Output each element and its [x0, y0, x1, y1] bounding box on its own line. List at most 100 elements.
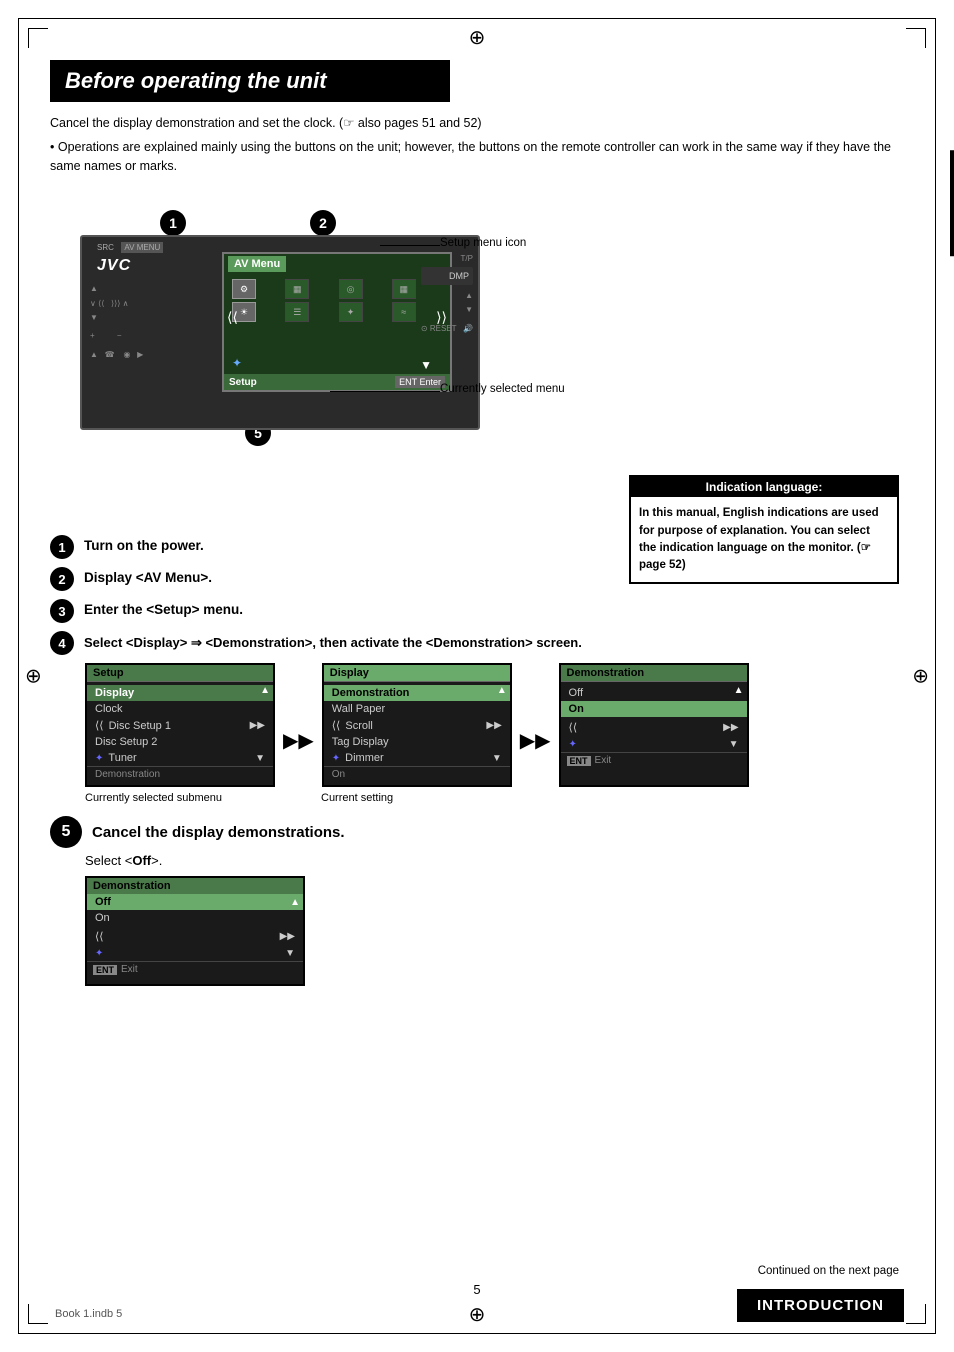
step5-subtitle: Select <Off>.	[85, 853, 899, 868]
demo5-bt-icon: ✦	[95, 948, 103, 959]
setup-item-tuner: Tuner	[103, 752, 141, 764]
demo-menu-step4-header: Demonstration	[561, 665, 747, 682]
icon-list: ☰	[285, 302, 309, 322]
unit-display: AV Menu ⚙ ▦ ◎ ▦ ☀ ☰ ✦ ≈ ⟨⟨ ⟩⟩ ▲ ▼	[222, 252, 452, 392]
indication-box-body: In this manual, English indications are …	[631, 497, 897, 582]
demo-arrow: ▶▶	[723, 722, 738, 733]
demo5-item-prev-row: ⟨⟨ ▶▶	[87, 926, 303, 946]
crosshair-right-icon: ⊕	[912, 664, 929, 689]
step4-item: 4 Select <Display> ⇒ <Demonstration>, th…	[50, 631, 899, 655]
icon-extra: ≈	[392, 302, 416, 322]
demo5-item-on: On	[87, 910, 303, 926]
jvc-unit: SRC AV MENU JVC ▲ ∨ ⟨⟨ ⟩⟩⟩ ∧ ▼ + − ▲ ☎ ◉…	[80, 235, 480, 430]
setup-menu-header: Setup	[87, 665, 273, 682]
corner-mark-tr	[906, 28, 926, 48]
display-footer: On	[324, 766, 510, 782]
step3-text: Enter the <Setup> menu.	[84, 599, 243, 620]
setup-item-scroll-down: ▼	[255, 753, 265, 764]
display-item-wallpaper: Wall Paper	[324, 701, 510, 717]
step5-header: 5 Cancel the display demonstrations.	[50, 816, 899, 848]
nav-down: ▼	[420, 358, 432, 372]
demo-menu-step5-screen: Demonstration ▲ Off On ⟨⟨ ▶▶ ✦ ▼ ENT	[85, 876, 305, 986]
display-item-fwd: ▶▶	[486, 720, 501, 731]
demo-menu-step5-body: ▲ Off On ⟨⟨ ▶▶ ✦ ▼ ENT Exit	[87, 894, 303, 984]
page-border-left	[18, 18, 19, 1334]
setup-menu-body: ▲ Display Clock ⟨⟨ Disc Setup 1 ▶▶ Disc …	[87, 682, 273, 785]
caption-submenu: Currently selected submenu	[85, 792, 275, 804]
indication-language-box: Indication language: In this manual, Eng…	[629, 475, 899, 584]
display-item-tag: Tag Display	[324, 734, 510, 750]
nav-prev: ⟨⟨	[227, 309, 238, 326]
step4-text: Select <Display> ⇒ <Demonstration>, then…	[84, 631, 582, 653]
crosshair-top-icon: ⊕	[469, 25, 486, 50]
language-tab: ENGLISH	[950, 150, 954, 256]
arrow-setup-display: ▶▶	[283, 663, 314, 787]
page-border-right	[935, 18, 936, 1334]
display-scroll-down: ▼	[492, 753, 502, 764]
demo-menu-step4-body: ▲ Off On ⟨⟨ ▶▶ ✦ ▼ ENT Exit	[561, 682, 747, 771]
display-item-prev: ⟨⟨	[332, 719, 341, 732]
step5-circle: 5	[50, 816, 82, 848]
setup-menu-icon-label: Setup menu icon	[440, 237, 526, 249]
setup-item-disc1: Disc Setup 1	[104, 720, 176, 732]
jvc-logo: JVC	[97, 257, 131, 275]
step3-item: 3 Enter the <Setup> menu.	[50, 599, 899, 623]
setup-item-bt-icon: ✦	[95, 753, 103, 764]
demo5-bt-row: ✦ ▼	[87, 946, 303, 961]
corner-mark-br	[906, 1304, 926, 1324]
continued-text: Continued on the next page	[758, 1265, 899, 1277]
demo-menu-step4-screen: Demonstration ▲ Off On ⟨⟨ ▶▶ ✦ ▼ ENT	[559, 663, 749, 787]
bt-icon: ✦	[232, 356, 242, 370]
display-menu-header: Display	[324, 665, 510, 682]
page-title: Before operating the unit	[65, 68, 435, 94]
introduction-bar: INTRODUCTION	[737, 1289, 904, 1322]
display-scroll-up: ▲	[497, 685, 507, 696]
setup-item-disc1-row: ⟨⟨ Disc Setup 1 ▶▶	[87, 717, 273, 734]
display-item-demo: Demonstration	[324, 685, 510, 701]
demo-bt-row: ✦ ▼	[561, 737, 747, 752]
crosshair-bottom-icon: ⊕	[469, 1302, 486, 1327]
display-item-scroll-row: ⟨⟨ Scroll ▶▶	[324, 717, 510, 734]
currently-selected-label: Currently selected menu	[440, 383, 565, 395]
step1-circle: 1	[50, 535, 74, 559]
diagram-step2-badge: 2	[310, 210, 336, 236]
demo-item-prev-row: ⟨⟨ ▶▶	[561, 717, 747, 737]
step4-menus: Setup ▲ Display Clock ⟨⟨ Disc Setup 1 ▶▶…	[85, 663, 899, 787]
demo5-prev-icon: ⟨⟨	[95, 930, 104, 943]
diagram-step1-badge: 1	[160, 210, 186, 236]
demo5-exit-label: Exit	[121, 964, 138, 975]
icon-bt: ✦	[339, 302, 363, 322]
setup-banner: Setup ENT Enter	[224, 374, 450, 390]
ent-badge: ENT	[567, 756, 591, 766]
setup-label: Setup	[229, 377, 257, 388]
demo-item-off: Off	[561, 685, 747, 701]
footer-file: Book 1.indb 5	[55, 1308, 122, 1320]
demonstration-label: Demonstration	[95, 769, 160, 780]
right-controls: T/P DMP ▲ ▼ ⊙ RESET 🔊	[421, 252, 473, 336]
page-title-box: Before operating the unit	[50, 60, 450, 102]
step4-captions: Currently selected submenu Current setti…	[85, 792, 899, 804]
page-border-bottom	[18, 1333, 936, 1334]
intro-bullet: • Operations are explained mainly using …	[50, 138, 899, 176]
setup-item-tuner-row: ✦ Tuner ▼	[87, 750, 273, 766]
icon-settings: ⚙	[232, 279, 256, 299]
display-item-scroll: Scroll	[340, 720, 378, 732]
step1-text: Turn on the power.	[84, 535, 204, 556]
setup-menu-screen: Setup ▲ Display Clock ⟨⟨ Disc Setup 1 ▶▶…	[85, 663, 275, 787]
demo-scroll-down2: ▼	[729, 739, 739, 750]
intro-line1: Cancel the display demonstration and set…	[50, 114, 899, 133]
av-menu-banner: AV Menu	[228, 256, 286, 272]
ent-enter-label: ENT Enter	[395, 376, 445, 388]
step5-title: Cancel the display demonstrations.	[92, 824, 345, 841]
demo-scroll-up: ▲	[734, 685, 744, 696]
demo5-footer: ENT Exit	[87, 961, 303, 977]
arrow-display-demo: ▶▶	[520, 663, 551, 787]
demo5-ent-badge: ENT	[93, 965, 117, 975]
display-menu-body: ▲ Demonstration Wall Paper ⟨⟨ Scroll ▶▶ …	[324, 682, 510, 785]
main-content: Before operating the unit Cancel the dis…	[50, 60, 899, 986]
setup-item-arrow: ▶▶	[250, 720, 265, 731]
left-controls: ▲ ∨ ⟨⟨ ⟩⟩⟩ ∧ ▼ + − ▲ ☎ ◉ ▶	[90, 282, 143, 362]
demo5-scroll-up: ▲	[290, 897, 300, 908]
icon-radio: ◎	[339, 279, 363, 299]
exit-label: Exit	[595, 755, 612, 766]
